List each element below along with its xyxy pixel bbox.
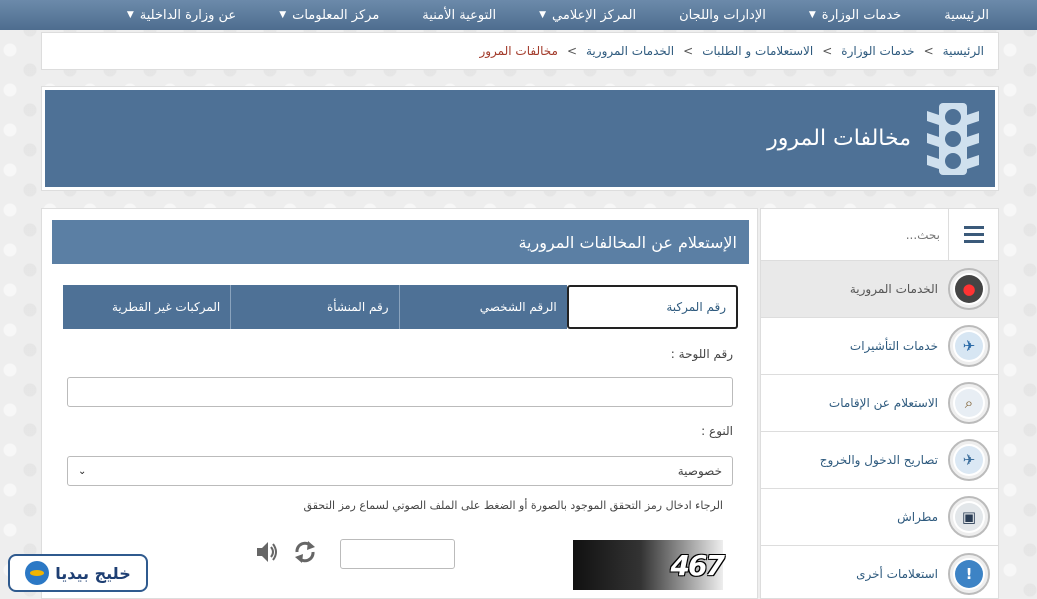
- sidebar-item-other-inquiries[interactable]: ! استعلامات أخرى: [761, 546, 998, 599]
- tab-establishment-number[interactable]: رقم المنشأة: [230, 285, 399, 329]
- caret-down-icon: ▼: [539, 10, 547, 20]
- hamburger-line: [963, 233, 984, 236]
- sidebar-item-label: استعلامات أخرى: [856, 567, 938, 581]
- vehicle-type-select[interactable]: خصوصية ⌄: [67, 456, 733, 486]
- refresh-icon[interactable]: [291, 539, 319, 565]
- tab-label: الرقم الشخصي: [479, 300, 557, 314]
- sidebar-item-entry-exit-permits[interactable]: ✈ تصاريح الدخول والخروج: [761, 432, 998, 489]
- inquiry-tabs: رقم المركبة الرقم الشخصي رقم المنشأة الم…: [63, 285, 738, 329]
- magnifier-icon: ⌕: [948, 382, 990, 424]
- computer-icon: ▣: [948, 496, 990, 538]
- breadcrumb-inquiries[interactable]: الاستعلامات و الطلبات: [702, 44, 813, 58]
- caret-down-icon: ▼: [279, 10, 287, 20]
- breadcrumb: الرئيسية > خدمات الوزارة > الاستعلامات و…: [41, 32, 999, 70]
- vehicle-type-label: النوع :: [701, 424, 733, 438]
- sidebar-item-label: مطراش: [897, 510, 938, 524]
- breadcrumb-separator: >: [923, 44, 934, 58]
- caret-down-icon: ▼: [126, 10, 134, 20]
- top-nav: الرئيسية خدمات الوزارة ▼ الإدارات واللجان…: [0, 0, 1037, 30]
- nav-label: الرئيسية: [944, 7, 989, 23]
- audio-speaker-icon[interactable]: [254, 539, 280, 565]
- brand-text: خليج بيديا: [55, 563, 131, 583]
- nav-item-ministry-services[interactable]: خدمات الوزارة ▼: [809, 8, 901, 23]
- sidebar-item-label: خدمات التأشيرات: [849, 339, 938, 353]
- nav-label: خدمات الوزارة: [821, 7, 902, 23]
- panel-title: الإستعلام عن المخالفات المرورية: [52, 220, 749, 264]
- sidebar-item-metrash[interactable]: ▣ مطراش: [761, 489, 998, 546]
- traffic-light-icon: [927, 102, 979, 175]
- hamburger-menu-button[interactable]: [948, 208, 998, 261]
- sidebar-item-residency-inquiry[interactable]: ⌕ الاستعلام عن الإقامات: [761, 375, 998, 432]
- chevron-down-icon: ⌄: [78, 465, 87, 477]
- search-input[interactable]: [761, 214, 948, 255]
- hamburger-line: [963, 226, 984, 229]
- nav-item-info-center[interactable]: مركز المعلومات ▼: [279, 8, 379, 23]
- nav-label: الإدارات واللجان: [679, 7, 766, 23]
- sidebar-item-label: الاستعلام عن الإقامات: [828, 396, 938, 410]
- tab-non-qatari-vehicles[interactable]: المركبات غير القطرية: [63, 285, 231, 329]
- breadcrumb-separator: >: [822, 44, 833, 58]
- traffic-light-icon: ●: [948, 268, 990, 310]
- nav-label: عن وزارة الداخلية: [139, 7, 237, 23]
- sidebar-item-label: تصاريح الدخول والخروج: [819, 453, 938, 467]
- breadcrumb-separator: >: [683, 44, 694, 58]
- visa-icon: ✈: [948, 325, 990, 367]
- nav-item-about[interactable]: عن وزارة الداخلية ▼: [127, 8, 236, 23]
- hamburger-line: [963, 240, 984, 243]
- breadcrumb-traffic-services[interactable]: الخدمات المرورية: [586, 44, 674, 58]
- captcha-hint: الرجاء ادخال رمز التحقق الموجود بالصورة …: [303, 499, 723, 512]
- tab-label: المركبات غير القطرية: [111, 300, 221, 314]
- nav-item-security-awareness[interactable]: التوعية الأمنية: [422, 8, 496, 23]
- nav-item-departments[interactable]: الإدارات واللجان: [679, 8, 766, 23]
- banner-inner: مخالفات المرور: [45, 90, 995, 187]
- breadcrumb-ministry-services[interactable]: خدمات الوزارة: [841, 44, 914, 58]
- captcha-input[interactable]: [340, 539, 455, 569]
- airplane-icon: ✈: [948, 439, 990, 481]
- nav-item-home[interactable]: الرئيسية: [944, 8, 989, 23]
- inquiry-panel: الإستعلام عن المخالفات المرورية رقم المر…: [41, 208, 758, 599]
- tab-label: رقم المنشأة: [326, 300, 389, 314]
- sidebar-search-row: [761, 208, 998, 261]
- nav-label: مركز المعلومات: [292, 7, 380, 23]
- nav-item-media-center[interactable]: المركز الإعلامي ▼: [539, 8, 636, 23]
- breadcrumb-current: مخالفات المرور: [479, 44, 558, 58]
- nav-label: المركز الإعلامي: [552, 7, 637, 23]
- sidebar-item-label: الخدمات المرورية: [849, 282, 938, 296]
- tab-label: رقم المركبة: [666, 300, 726, 314]
- plate-number-input[interactable]: [67, 377, 733, 407]
- breadcrumb-home[interactable]: الرئيسية: [943, 44, 984, 58]
- brand-logo: خليج بيديا: [8, 554, 148, 592]
- brand-logo-icon: [25, 561, 50, 585]
- breadcrumb-separator: >: [566, 44, 577, 58]
- page-title: مخالفات المرور: [767, 126, 911, 151]
- captcha-image: 467: [573, 540, 725, 590]
- tab-personal-id[interactable]: الرقم الشخصي: [398, 285, 567, 329]
- tab-vehicle-number[interactable]: رقم المركبة: [566, 285, 738, 329]
- page-banner: مخالفات المرور: [41, 86, 999, 191]
- caret-down-icon: ▼: [808, 10, 816, 20]
- info-icon: !: [948, 553, 990, 595]
- captcha-text: 467: [670, 548, 725, 582]
- sidebar: ● الخدمات المرورية ✈ خدمات التأشيرات ⌕ ا…: [760, 208, 999, 599]
- vehicle-type-value: خصوصية: [677, 464, 722, 478]
- plate-number-label: رقم اللوحة :: [670, 347, 733, 361]
- sidebar-item-visa-services[interactable]: ✈ خدمات التأشيرات: [761, 318, 998, 375]
- sidebar-item-traffic-services[interactable]: ● الخدمات المرورية: [761, 261, 998, 318]
- nav-label: التوعية الأمنية: [422, 7, 497, 23]
